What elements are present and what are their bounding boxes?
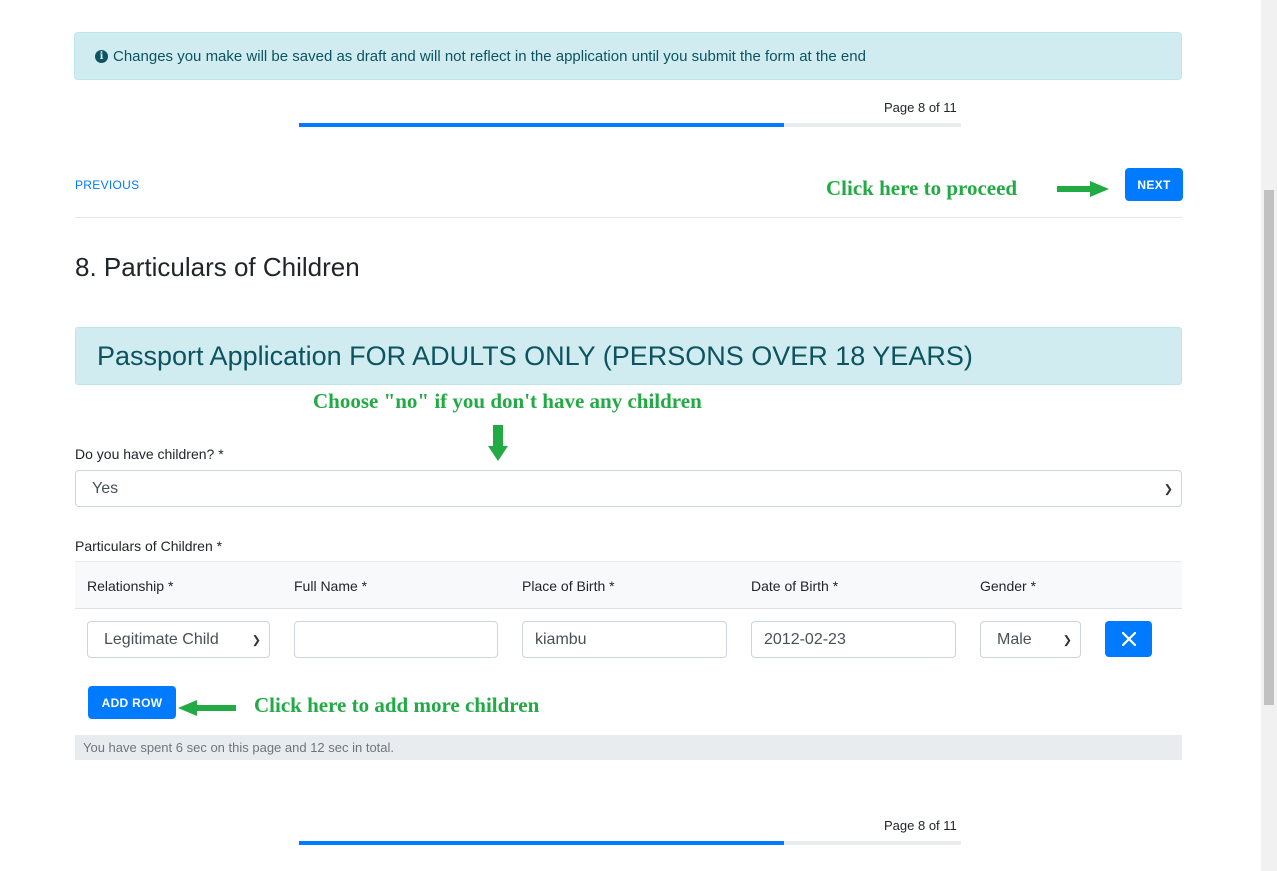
chevron-down-icon: ❯ [1062,634,1072,646]
children-table-header: Relationship * Full Name * Place of Birt… [75,561,1182,609]
arrow-left-icon [178,700,236,716]
annotation-choose-no: Choose "no" if you don't have any childr… [313,389,702,413]
particulars-label: Particulars of Children * [75,538,223,554]
date-of-birth-input[interactable]: 2012-02-23 [751,621,956,658]
place-of-birth-value: kiambu [535,630,587,648]
chevron-down-icon: ❯ [251,634,261,646]
arrow-right-icon [1057,181,1109,197]
time-spent-text: You have spent 6 sec on this page and 12… [83,740,395,755]
place-of-birth-input[interactable]: kiambu [522,621,727,658]
has-children-value: Yes [92,479,119,497]
progress-fill-top [299,123,785,127]
annotation-add-more: Click here to add more children [254,693,540,717]
draft-notice-text: Changes you make will be saved as draft … [113,47,866,65]
scrollbar-thumb[interactable] [1264,190,1274,705]
has-children-select[interactable]: Yes ❯ [75,470,1182,507]
next-button[interactable]: NEXT [1125,168,1183,201]
progress-bar-bottom [299,841,961,845]
has-children-label: Do you have children? * [75,446,224,462]
draft-notice: i Changes you make will be saved as draf… [74,32,1182,80]
full-name-input[interactable] [294,621,498,658]
arrow-down-icon [488,425,508,461]
column-gender: Gender * [980,578,1037,594]
page-indicator-top: Page 8 of 11 [884,100,957,115]
close-icon [1121,632,1136,646]
header-divider [75,217,1182,218]
relationship-value: Legitimate Child [104,630,219,648]
adults-only-banner: Passport Application FOR ADULTS ONLY (PE… [75,327,1182,385]
column-place-of-birth: Place of Birth * [522,578,615,594]
banner-text: Passport Application FOR ADULTS ONLY (PE… [97,340,973,371]
progress-bar-top [299,123,961,127]
time-spent-bar: You have spent 6 sec on this page and 12… [75,735,1182,760]
info-circle-icon: i [95,49,108,63]
gender-value: Male [997,630,1032,648]
page-scrollbar[interactable] [1261,0,1277,871]
date-of-birth-value: 2012-02-23 [764,630,846,648]
progress-fill-bottom [299,841,785,845]
column-relationship: Relationship * [87,578,174,594]
column-full-name: Full Name * [294,578,368,594]
page-indicator-bottom: Page 8 of 11 [884,818,957,833]
column-date-of-birth: Date of Birth * [751,578,839,594]
chevron-down-icon: ❯ [1163,483,1173,495]
annotation-proceed: Click here to proceed [826,176,1018,200]
relationship-select[interactable]: Legitimate Child ❯ [87,621,270,658]
section-title: 8. Particulars of Children [75,252,360,282]
gender-select[interactable]: Male ❯ [980,621,1081,658]
previous-link[interactable]: PREVIOUS [75,178,139,192]
add-row-button[interactable]: ADD ROW [88,686,176,719]
remove-row-button[interactable] [1105,621,1152,657]
